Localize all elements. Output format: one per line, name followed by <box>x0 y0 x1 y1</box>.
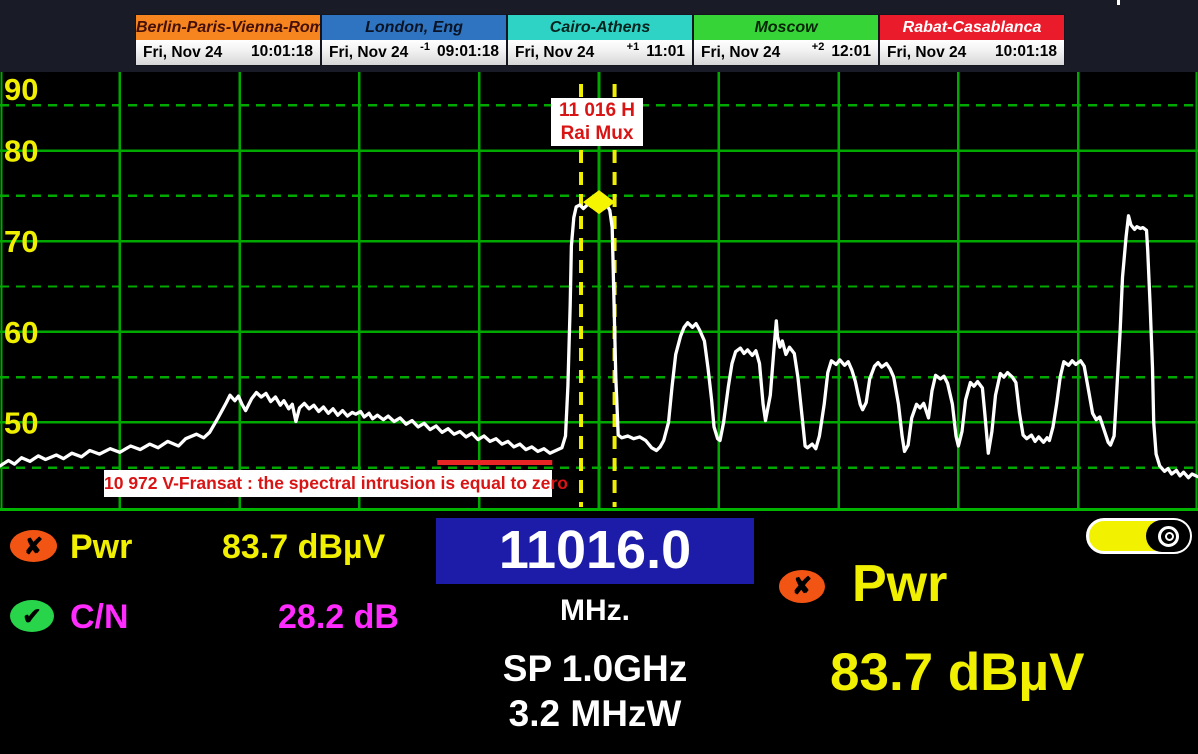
clock-date: Fri, Nov 24 <box>329 40 408 66</box>
frequency-unit-label: MHz. <box>436 594 754 628</box>
clock-date: Fri, Nov 24 <box>701 40 780 66</box>
power-toggle[interactable] <box>1086 518 1192 554</box>
y-axis-tick-label: 50 <box>4 405 38 440</box>
pwr-cross-icon: ✘ <box>10 530 57 562</box>
clock-date: Fri, Nov 24 <box>887 40 966 66</box>
span-readout: SP 1.0GHz <box>400 648 790 690</box>
clock-time: 09:01:18 <box>437 43 499 60</box>
pwr-value: 83.7 dBµV <box>222 528 385 567</box>
cursor-tick <box>1117 0 1120 5</box>
clock-time: 10:01:18 <box>995 43 1057 60</box>
clock-date: Fri, Nov 24 <box>515 40 594 66</box>
clock-time: 11:01 <box>646 43 685 60</box>
pwr-value-large: 83.7 dBµV <box>830 642 1084 703</box>
pwr-label: Pwr <box>70 528 132 567</box>
y-axis-labels: 90 80 70 60 50 <box>4 72 38 440</box>
meter-screen: 90 80 70 60 50 Berlin-Paris-Vienna-Roma Fri,… <box>0 0 1198 754</box>
pwr-cross-icon-large: ✘ <box>779 570 825 603</box>
marker-mux-label: Rai Mux <box>551 122 643 145</box>
clock-city-label: Cairo-Athens <box>507 14 693 40</box>
y-axis-tick-label: 80 <box>4 134 38 169</box>
clock-table: Berlin-Paris-Vienna-Roma Fri, Nov 24 10:… <box>135 14 1065 66</box>
clock-city-label: Berlin-Paris-Vienna-Roma <box>135 14 321 40</box>
y-axis-tick-label: 60 <box>4 315 38 350</box>
cn-label: C/N <box>70 598 129 637</box>
frequency-display[interactable]: 11016.0 <box>436 518 754 584</box>
cross-glyph: ✘ <box>24 533 43 560</box>
clock-utc-offset: +1 <box>627 41 640 53</box>
clock-time-row: Fri, Nov 24 +2 12:01 <box>693 40 879 66</box>
clock-city-label: Rabat-Casablanca <box>879 14 1065 40</box>
y-axis-tick-label: 70 <box>4 224 38 259</box>
toggle-knob-icon <box>1158 526 1179 547</box>
cross-glyph: ✘ <box>792 572 812 601</box>
annotation-underline <box>437 460 552 465</box>
marker-label-box: 11 016 H Rai Mux <box>551 98 643 146</box>
clock-time-row: Fri, Nov 24 -1 09:01:18 <box>321 40 507 66</box>
clock-time-row: Fri, Nov 24 +1 11:01 <box>507 40 693 66</box>
cn-value: 28.2 dB <box>278 598 399 637</box>
clock-city-label: Moscow <box>693 14 879 40</box>
pwr-label-large: Pwr <box>852 554 947 614</box>
marker-frequency-label: 11 016 H <box>551 99 643 122</box>
clock-utc-offset: -1 <box>420 41 430 53</box>
clock-rabat-casablanca: Rabat-Casablanca Fri, Nov 24 10:01:18 <box>879 14 1065 66</box>
check-glyph: ✔ <box>22 603 41 630</box>
y-axis-tick-label: 90 <box>4 72 38 107</box>
clock-london: London, Eng Fri, Nov 24 -1 09:01:18 <box>321 14 507 66</box>
clock-city-label: London, Eng <box>321 14 507 40</box>
bandwidth-readout: 3.2 MHzW <box>400 693 790 735</box>
clock-berlin-paris-vienna-roma: Berlin-Paris-Vienna-Roma Fri, Nov 24 10:… <box>135 14 321 66</box>
clock-time: 12:01 <box>831 43 871 60</box>
clock-moscow: Moscow Fri, Nov 24 +2 12:01 <box>693 14 879 66</box>
clock-time: 10:01:18 <box>251 43 313 60</box>
clock-utc-offset: +2 <box>812 41 825 53</box>
clock-cairo-athens: Cairo-Athens Fri, Nov 24 +1 11:01 <box>507 14 693 66</box>
clock-date: Fri, Nov 24 <box>143 40 222 66</box>
cn-check-icon: ✔ <box>10 600 54 632</box>
spectral-intrusion-annotation: 10 972 V-Fransat : the spectral intrusio… <box>104 470 552 497</box>
toggle-knob[interactable] <box>1146 520 1190 552</box>
readout-panel: ✘ Pwr 83.7 dBµV ✔ C/N 28.2 dB 11016.0 MH… <box>0 512 1198 754</box>
clock-time-row: Fri, Nov 24 10:01:18 <box>135 40 321 66</box>
clock-time-row: Fri, Nov 24 10:01:18 <box>879 40 1065 66</box>
world-clock-bar: Berlin-Paris-Vienna-Roma Fri, Nov 24 10:… <box>0 0 1198 72</box>
